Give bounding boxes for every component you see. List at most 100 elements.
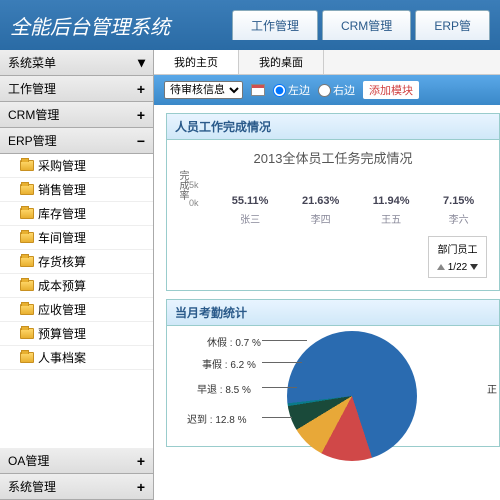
top-tab-work[interactable]: 工作管理 xyxy=(232,10,318,40)
sidebar-group-erp[interactable]: ERP管理 − xyxy=(0,128,153,154)
sidebar-item-label: 采购管理 xyxy=(38,157,86,174)
folder-icon xyxy=(20,328,34,339)
tab-my-home[interactable]: 我的主页 xyxy=(154,50,239,74)
app-header: 全能后台管理系统 工作管理 CRM管理 ERP管 xyxy=(0,0,500,50)
bar-value: 55.11% xyxy=(232,195,269,207)
leader-line xyxy=(262,362,302,363)
toolbar: 待审核信息 左边 右边 添加模块 xyxy=(154,75,500,105)
leader-line xyxy=(262,387,297,388)
sidebar-item-sales[interactable]: 销售管理 xyxy=(0,178,153,202)
sidebar-item-label: 车间管理 xyxy=(38,229,86,246)
y-tick: 5k xyxy=(189,180,199,198)
pie-chart: 休假 : 0.7 % 事假 : 6.2 % 早退 : 8.5 % 迟到 : 12… xyxy=(167,326,499,446)
sidebar-title-label: 系统菜单 xyxy=(8,54,56,71)
expand-icon: + xyxy=(137,107,145,123)
sidebar-item-workshop[interactable]: 车间管理 xyxy=(0,226,153,250)
folder-icon xyxy=(20,256,34,267)
sidebar-title: 系统菜单 ▾ xyxy=(0,50,153,76)
panel-title: 人员工作完成情况 xyxy=(167,114,499,140)
sidebar-item-purchase[interactable]: 采购管理 xyxy=(0,154,153,178)
prev-icon[interactable] xyxy=(437,264,445,270)
bar-value: 11.94% xyxy=(373,195,410,207)
sidebar-item-label: 人事档案 xyxy=(38,349,86,366)
bar-col: 55.11% 张三 xyxy=(232,195,269,226)
sidebar-group-system[interactable]: 系统管理 + xyxy=(0,474,153,500)
folder-icon xyxy=(20,232,34,243)
panel-title: 当月考勤统计 xyxy=(167,300,499,326)
sidebar-item-label: 存货核算 xyxy=(38,253,86,270)
leader-line xyxy=(262,417,292,418)
sidebar-item-stock-acct[interactable]: 存货核算 xyxy=(0,250,153,274)
collapse-icon: − xyxy=(137,133,145,149)
radio-label: 左边 xyxy=(288,82,310,98)
pie-label-late: 迟到 : 12.8 % xyxy=(187,411,246,426)
y-ticks: 5k 0k xyxy=(189,180,199,216)
folder-icon xyxy=(20,304,34,315)
folder-icon xyxy=(20,280,34,291)
y-axis-label: 完成率 xyxy=(175,170,190,200)
chart-legend: 部门员工 1/22 xyxy=(428,236,487,278)
top-tab-crm[interactable]: CRM管理 xyxy=(322,10,411,40)
expand-icon: + xyxy=(137,453,145,469)
next-icon[interactable] xyxy=(470,264,478,270)
sidebar-item-label: 销售管理 xyxy=(38,181,86,198)
sidebar-item-inventory[interactable]: 库存管理 xyxy=(0,202,153,226)
leader-line xyxy=(262,340,307,341)
pie-label-normal: 正 xyxy=(487,381,497,396)
sidebar-item-label: 应收管理 xyxy=(38,301,86,318)
filter-select[interactable]: 待审核信息 xyxy=(164,81,243,99)
sidebar-erp-items: 采购管理 销售管理 库存管理 车间管理 存货核算 成本预算 应收管理 预算管理 … xyxy=(0,154,153,370)
sidebar-item-hr[interactable]: 人事档案 xyxy=(0,346,153,370)
content-tabs: 我的主页 我的桌面 xyxy=(154,50,500,75)
bar-value: 21.63% xyxy=(302,195,339,207)
sidebar-item-label: 成本预算 xyxy=(38,277,86,294)
panel-attendance: 当月考勤统计 休假 : 0.7 % 事假 : 6.2 % 早退 : 8.5 % … xyxy=(166,299,500,447)
folder-icon xyxy=(20,352,34,363)
sidebar-group-label: CRM管理 xyxy=(8,106,59,123)
folder-icon xyxy=(20,160,34,171)
app-logo: 全能后台管理系统 xyxy=(10,11,190,40)
sidebar-group-label: 系统管理 xyxy=(8,478,56,495)
top-nav-tabs: 工作管理 CRM管理 ERP管 xyxy=(232,10,490,40)
sidebar-group-crm[interactable]: CRM管理 + xyxy=(0,102,153,128)
pager-text: 1/22 xyxy=(448,262,467,273)
sidebar-item-budget[interactable]: 预算管理 xyxy=(0,322,153,346)
sidebar-group-label: ERP管理 xyxy=(8,132,57,149)
bar-chart: 2013全体员工任务完成情况 完成率 5k 0k 55.11% 张三 21.63%… xyxy=(167,140,499,290)
bar-category: 张三 xyxy=(232,211,269,226)
sidebar-group-work[interactable]: 工作管理 + xyxy=(0,76,153,102)
sidebar-item-label: 预算管理 xyxy=(38,325,86,342)
sidebar-group-oa[interactable]: OA管理 + xyxy=(0,448,153,474)
chart-bars: 55.11% 张三 21.63% 李四 11.94% 王五 7.15% 李六 xyxy=(215,195,491,226)
radio-label: 右边 xyxy=(333,82,355,98)
folder-icon xyxy=(20,184,34,195)
expand-icon: + xyxy=(137,479,145,495)
sidebar-item-receivable[interactable]: 应收管理 xyxy=(0,298,153,322)
tab-my-desktop[interactable]: 我的桌面 xyxy=(239,50,324,74)
pie-label-personal: 事假 : 6.2 % xyxy=(202,356,256,371)
sidebar-group-label: 工作管理 xyxy=(8,80,56,97)
y-tick: 0k xyxy=(189,198,199,216)
position-right-radio[interactable]: 右边 xyxy=(318,82,355,98)
calendar-icon[interactable] xyxy=(251,84,265,96)
position-left-radio[interactable]: 左边 xyxy=(273,82,310,98)
bar-col: 21.63% 李四 xyxy=(302,195,339,226)
content-area: 我的主页 我的桌面 待审核信息 左边 右边 添加模块 人员工作完成情况 2013… xyxy=(154,50,500,500)
bar-category: 李六 xyxy=(443,211,474,226)
bar-value: 7.15% xyxy=(443,195,474,207)
chevron-down-icon[interactable]: ▾ xyxy=(138,54,145,71)
sidebar: 系统菜单 ▾ 工作管理 + CRM管理 + ERP管理 − 采购管理 销售管理 … xyxy=(0,50,154,500)
pie-graphic xyxy=(287,331,417,461)
add-module-button[interactable]: 添加模块 xyxy=(363,81,419,99)
top-tab-erp[interactable]: ERP管 xyxy=(415,10,490,40)
bar-col: 7.15% 李六 xyxy=(443,195,474,226)
legend-pager: 1/22 xyxy=(437,262,478,273)
pie-label-vacation: 休假 : 0.7 % xyxy=(207,334,261,349)
sidebar-item-cost-budget[interactable]: 成本预算 xyxy=(0,274,153,298)
bar-col: 11.94% 王五 xyxy=(373,195,410,226)
bar-category: 王五 xyxy=(373,211,410,226)
chart-title: 2013全体员工任务完成情况 xyxy=(175,148,491,167)
bar-category: 李四 xyxy=(302,211,339,226)
panel-staff-completion: 人员工作完成情况 2013全体员工任务完成情况 完成率 5k 0k 55.11%… xyxy=(166,113,500,291)
folder-icon xyxy=(20,208,34,219)
